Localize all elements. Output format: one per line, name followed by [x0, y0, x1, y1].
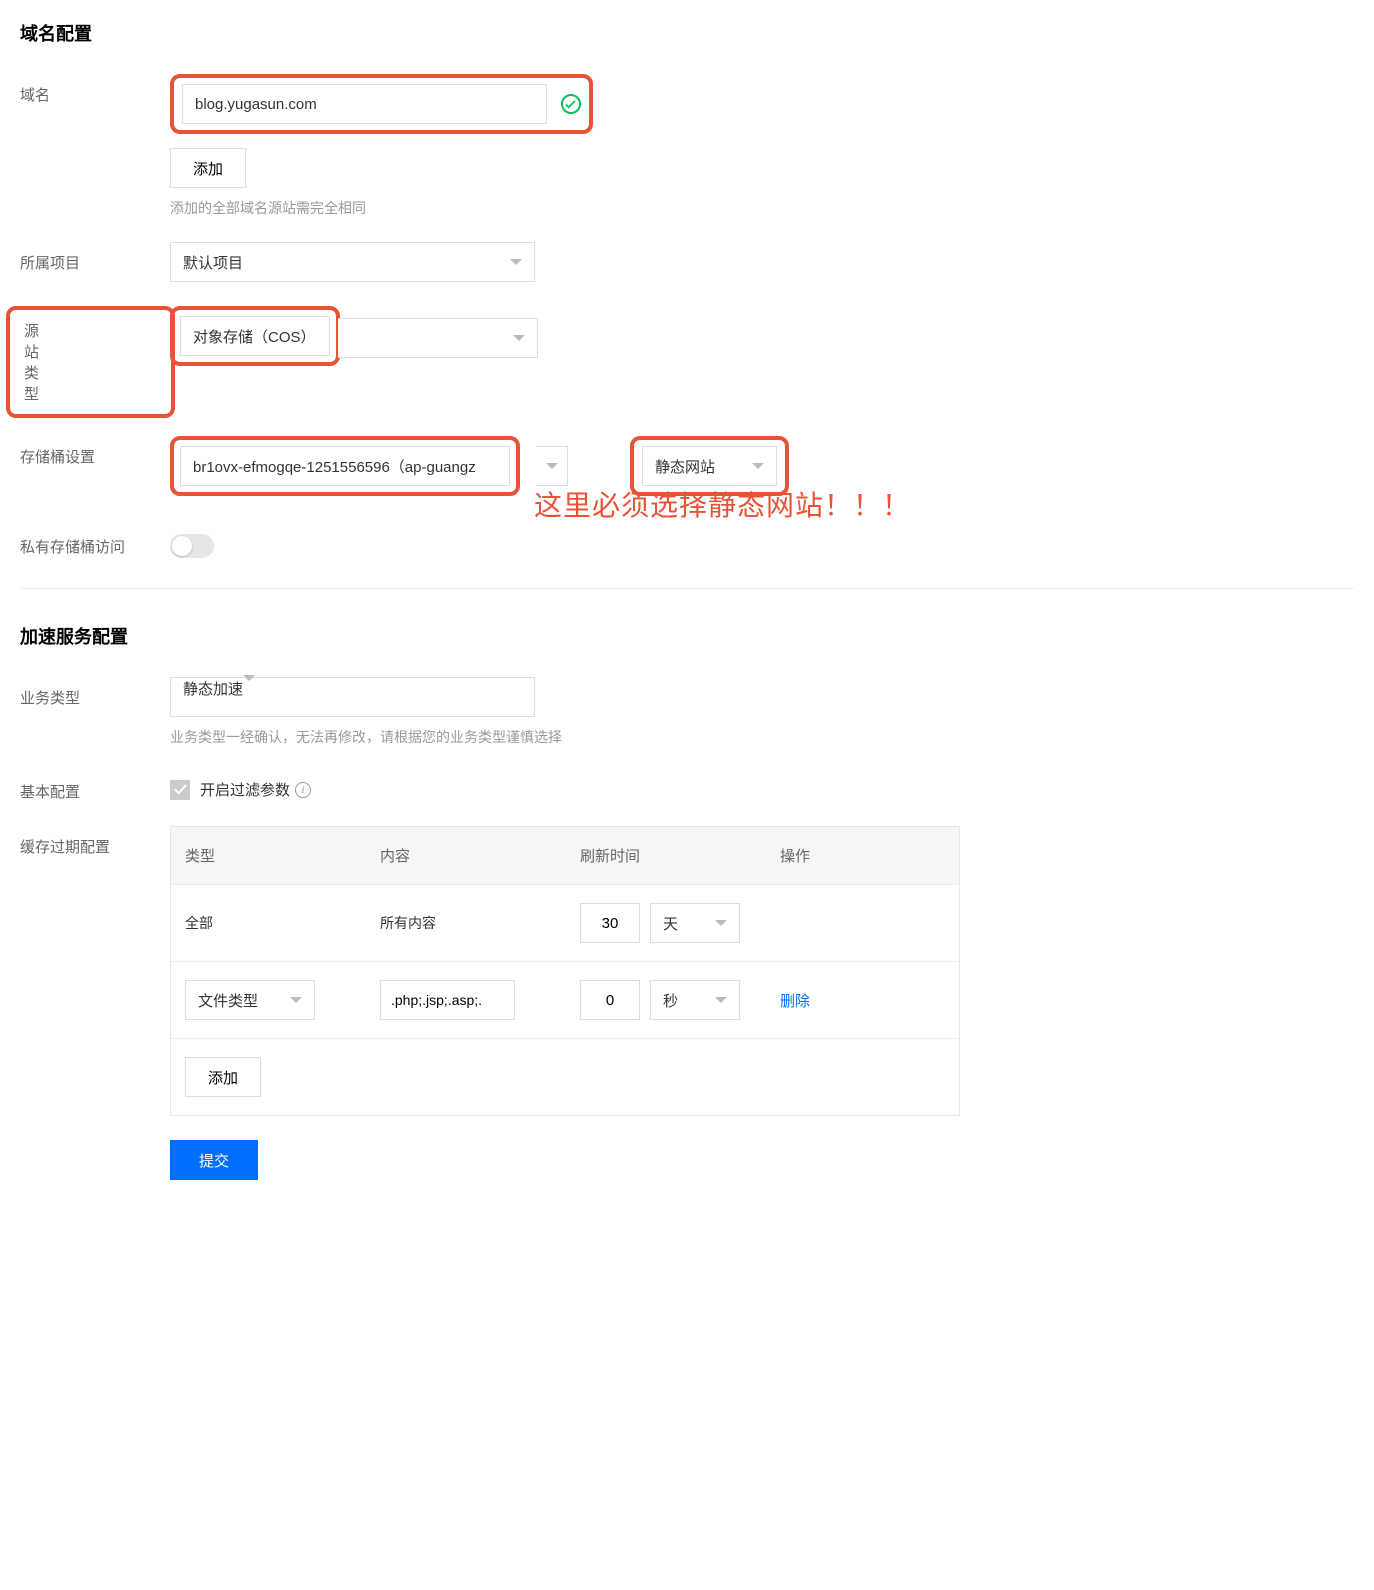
table-row: 添加 [171, 1038, 959, 1115]
chevron-down-icon [513, 335, 525, 341]
chevron-down-icon [546, 463, 558, 469]
th-refresh: 刷新时间 [580, 845, 780, 866]
chevron-down-icon [290, 997, 302, 1003]
section-accel-config: 加速服务配置 业务类型 静态加速 业务类型一经确认，无法再修改，请根据您的业务类… [20, 623, 1354, 1180]
heading-domain-config: 域名配置 [20, 20, 1354, 46]
cache-table: 类型 内容 刷新时间 操作 全部 所有内容 天 [170, 826, 960, 1116]
add-cache-rule-button[interactable]: 添加 [185, 1057, 261, 1097]
origin-type-select[interactable]: 对象存储（COS） [180, 316, 330, 356]
info-icon[interactable]: i [295, 782, 311, 798]
row-content-input[interactable] [380, 980, 515, 1020]
static-site-value: 静态网站 [655, 456, 715, 477]
label-cache-expire: 缓存过期配置 [20, 826, 170, 857]
chevron-down-icon [752, 463, 764, 469]
label-biz-type: 业务类型 [20, 677, 170, 708]
chevron-down-icon [715, 997, 727, 1003]
label-domain: 域名 [20, 74, 170, 105]
biz-type-hint: 业务类型一经确认，无法再修改，请根据您的业务类型谨慎选择 [170, 727, 562, 747]
cell-content: 所有内容 [380, 913, 580, 933]
th-type: 类型 [185, 845, 380, 866]
private-access-toggle[interactable] [170, 534, 214, 558]
label-basic-config: 基本配置 [20, 771, 170, 802]
origin-type-value: 对象存储（COS） [193, 326, 316, 347]
submit-button[interactable]: 提交 [170, 1140, 258, 1180]
bucket-select[interactable]: br1ovx-efmogqe-1251556596（ap-guangz [180, 446, 510, 486]
project-select-value: 默认项目 [183, 252, 243, 273]
domain-input[interactable] [182, 84, 547, 124]
filter-param-label: 开启过滤参数 [200, 779, 290, 800]
refresh-unit-select[interactable]: 秒 [650, 980, 740, 1020]
bucket-select-caret[interactable] [536, 446, 568, 486]
refresh-unit-select[interactable]: 天 [650, 903, 740, 943]
table-row: 全部 所有内容 天 [171, 884, 959, 961]
project-select[interactable]: 默认项目 [170, 242, 535, 282]
chevron-down-icon [510, 259, 522, 265]
section-domain-config: 域名配置 域名 添加 添加的全部域名源站需完全相同 所属项目 默认项目 [20, 20, 1354, 558]
row-type-select[interactable]: 文件类型 [185, 980, 315, 1020]
refresh-value-input[interactable] [580, 980, 640, 1020]
label-origin-type: 源站类型 [10, 316, 39, 408]
origin-type-select-ext[interactable] [338, 318, 538, 358]
domain-hint: 添加的全部域名源站需完全相同 [170, 198, 593, 218]
bucket-select-value: br1ovx-efmogqe-1251556596（ap-guangz [193, 456, 476, 477]
biz-type-value: 静态加速 [183, 681, 243, 698]
filter-param-checkbox[interactable] [170, 780, 190, 800]
static-site-select[interactable]: 静态网站 [642, 446, 777, 486]
label-private-access: 私有存储桶访问 [20, 526, 170, 557]
cell-type: 全部 [185, 913, 380, 933]
label-bucket: 存储桶设置 [20, 436, 170, 467]
biz-type-select[interactable]: 静态加速 [170, 677, 535, 717]
refresh-value-input[interactable] [580, 903, 640, 943]
label-project: 所属项目 [20, 242, 170, 273]
chevron-down-icon [715, 920, 727, 926]
th-action: 操作 [780, 845, 945, 866]
table-row: 文件类型 秒 删除 [171, 961, 959, 1038]
check-circle-icon [561, 94, 581, 114]
chevron-down-icon [243, 675, 255, 698]
divider [20, 588, 1354, 589]
th-content: 内容 [380, 845, 580, 866]
heading-accel-config: 加速服务配置 [20, 623, 1354, 649]
add-domain-button[interactable]: 添加 [170, 148, 246, 188]
delete-link[interactable]: 删除 [780, 990, 810, 1011]
